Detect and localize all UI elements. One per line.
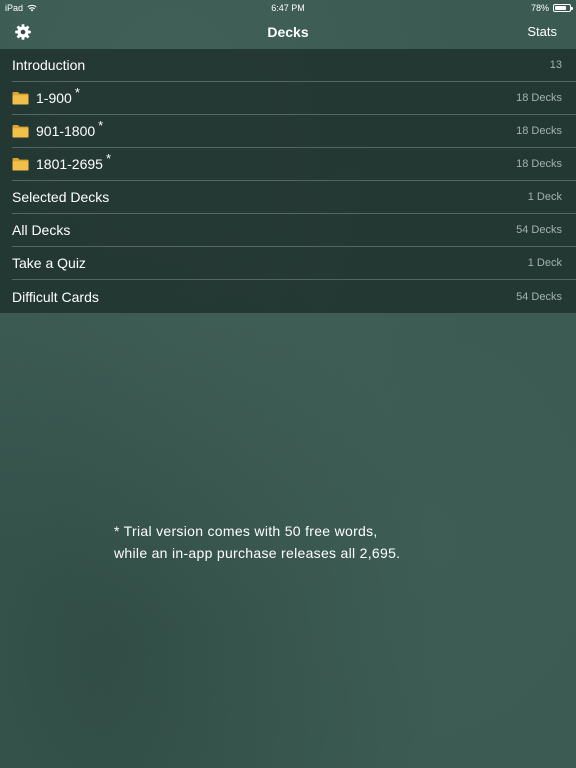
deck-row[interactable]: Selected Decks 1 Deck — [12, 181, 576, 214]
folder-icon — [12, 91, 29, 105]
deck-count: 18 Decks — [516, 125, 562, 137]
footnote-line-2: while an in-app purchase releases all 2,… — [114, 545, 401, 561]
deck-row[interactable]: 901-1800 * 18 Decks — [12, 115, 576, 148]
deck-row[interactable]: Take a Quiz 1 Deck — [12, 247, 576, 280]
folder-icon — [12, 124, 29, 138]
deck-count: 54 Decks — [516, 224, 562, 236]
battery-icon — [553, 4, 573, 12]
deck-label: Introduction — [12, 57, 86, 73]
deck-count: 18 Decks — [516, 92, 562, 104]
deck-count: 1 Deck — [527, 191, 562, 203]
deck-count: 1 Deck — [527, 257, 562, 269]
deck-label: Difficult Cards — [12, 288, 99, 305]
deck-label: All Decks — [12, 222, 71, 238]
nav-bar: Decks Stats — [0, 16, 576, 48]
deck-count: 13 — [549, 59, 562, 71]
trial-asterisk: * — [105, 150, 112, 166]
page-title: Decks — [267, 24, 309, 40]
deck-row-left: Difficult Cards — [12, 280, 99, 313]
stats-button[interactable]: Stats — [527, 16, 557, 48]
footnote-line-1: * Trial version comes with 50 free words… — [114, 523, 378, 539]
deck-label: 1801-2695 — [36, 156, 103, 172]
trial-asterisk: * — [98, 117, 104, 133]
status-right: 78% — [530, 0, 573, 16]
deck-row[interactable]: 1-900 * 18 Decks — [12, 82, 576, 115]
deck-row[interactable]: All Decks 54 Decks — [12, 214, 576, 247]
deck-row[interactable]: Introduction 13 — [12, 49, 576, 82]
deck-row-left: Selected Decks — [12, 181, 109, 213]
deck-row[interactable]: 1801-2695 * 18 Decks — [12, 148, 576, 181]
battery-fill — [555, 6, 566, 10]
battery-percent: 78% — [530, 3, 549, 13]
deck-count: 18 Decks — [516, 158, 562, 170]
folder-icon — [12, 157, 29, 171]
deck-label: 901-1800 — [36, 123, 96, 139]
deck-row-left: 901-1800 * — [12, 115, 103, 147]
trial-asterisk: * — [74, 84, 80, 100]
deck-row-left: All Decks — [12, 214, 70, 246]
deck-count: 54 Decks — [516, 290, 562, 303]
deck-row-left: 1-900 * — [12, 82, 80, 114]
deck-label: Selected Decks — [12, 189, 110, 205]
status-time: 6:47 PM — [271, 3, 305, 13]
deck-row-left: Introduction — [12, 49, 85, 81]
deck-list: Introduction 13 1-900 * 18 Decks 901-1800 * 18 … — [0, 49, 576, 313]
status-bar: iPad 6:47 PM 78% — [0, 0, 576, 16]
deck-label: Take a Quiz — [12, 255, 86, 271]
deck-label: 1-900 — [36, 90, 72, 106]
trial-footnote: * Trial version comes with 50 free words… — [114, 520, 554, 564]
deck-row[interactable]: Difficult Cards 54 Decks — [12, 280, 576, 313]
deck-row-left: Take a Quiz — [12, 247, 86, 279]
deck-row-left: 1801-2695 * — [12, 148, 111, 180]
